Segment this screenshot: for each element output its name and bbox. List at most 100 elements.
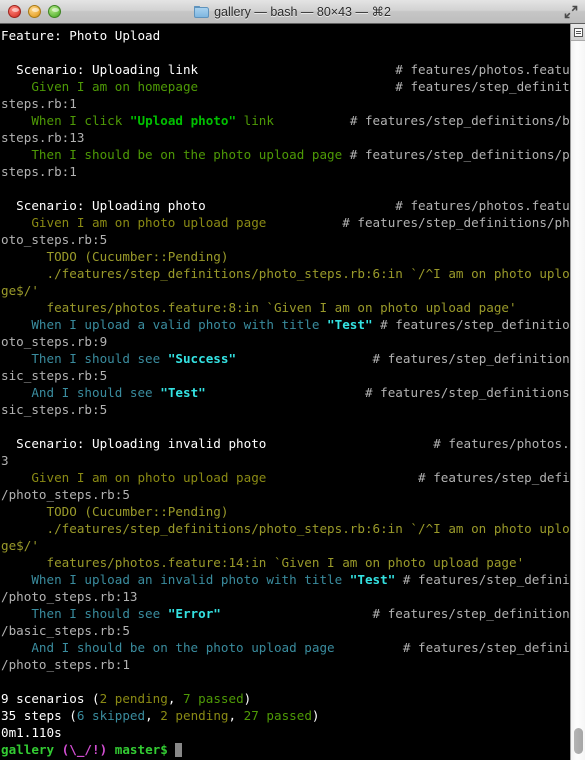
terminal-text: # features/step_definitions [372, 606, 578, 621]
terminal-line: steps.rb:1 [1, 95, 585, 112]
window-title: gallery — bash — 80×43 — ⌘2 [194, 4, 391, 19]
close-button[interactable] [8, 5, 21, 18]
terminal-output-area[interactable]: Feature: Photo Upload Scenario: Uploadin… [0, 24, 585, 760]
window-title-text: gallery — bash — 80×43 — ⌘2 [214, 5, 391, 19]
terminal-text: steps.rb:13 [1, 130, 85, 145]
terminal-text: # features/step_definitions/ph [342, 215, 570, 230]
terminal-text: # features/step_definitions [402, 572, 585, 587]
terminal-text: sic_steps.rb:5 [1, 402, 108, 417]
terminal-line: gallery (\_/!) master$ [1, 741, 585, 758]
scrollbar-thumb[interactable] [574, 728, 583, 754]
terminal-text: When I click [1, 113, 130, 128]
terminal-line: steps.rb:1 [1, 163, 585, 180]
terminal-line: Scenario: Uploading link # features/phot… [1, 61, 585, 78]
terminal-text: # features/step_definitions/basic_ [395, 79, 585, 94]
terminal-text: features/photos.feature:14:in `Given I a… [1, 555, 525, 570]
terminal-text: And I should be on the photo upload page [1, 640, 335, 655]
terminal-text: Scenario: Uploading link [1, 62, 199, 77]
terminal-line: oto_steps.rb:9 [1, 333, 585, 350]
terminal-text: steps.rb:1 [1, 96, 77, 111]
terminal-text: ./features/step_definitions/photo_steps.… [1, 266, 585, 281]
terminal-line: And I should see "Test" # features/step_… [1, 384, 585, 401]
terminal-text: Then I should see [1, 351, 168, 366]
terminal-text: ./features/step_definitions/photo_steps.… [1, 521, 585, 536]
terminal-text: Feature: Photo Upload [1, 28, 161, 43]
terminal-text: # features/step_definitions/basic_ [349, 113, 585, 128]
terminal-text: 2 pending [160, 708, 229, 723]
terminal-cursor [175, 743, 183, 757]
terminal-line: Given I am on photo upload page # featur… [1, 469, 585, 486]
terminal-line: /photo_steps.rb:13 [1, 588, 585, 605]
terminal-text: Then I should see [1, 606, 168, 621]
terminal-text: # features/step_definitions/ba [372, 351, 585, 366]
terminal-text: "Upload photo" [129, 113, 237, 128]
terminal-text: steps.rb:1 [1, 164, 77, 179]
terminal-line: features/photos.feature:14:in `Given I a… [1, 554, 585, 571]
scrollbar-list-icon[interactable] [571, 24, 585, 41]
terminal-line: Scenario: Uploading invalid photo # feat… [1, 435, 585, 452]
terminal-line: 35 steps (6 skipped, 2 pending, 27 passe… [1, 707, 585, 724]
terminal-text: 0m1.110s [1, 725, 62, 740]
terminal-line: sic_steps.rb:5 [1, 367, 585, 384]
terminal-text: And I should see [1, 385, 161, 400]
terminal-text: "Test" [349, 572, 396, 587]
terminal-line: features/photos.feature:8:in `Given I am… [1, 299, 585, 316]
window-titlebar[interactable]: gallery — bash — 80×43 — ⌘2 [0, 0, 585, 24]
terminal-line: /photo_steps.rb:5 [1, 486, 585, 503]
terminal-text: TODO (Cucumber::Pending) [1, 504, 229, 519]
terminal-text: Scenario: Uploading invalid photo [1, 436, 267, 451]
terminal-text: /photo_steps.rb:13 [1, 589, 138, 604]
terminal-text: link [236, 113, 274, 128]
terminal-line: Given I am on homepage # features/step_d… [1, 78, 585, 95]
terminal-text: gallery [1, 742, 62, 757]
folder-icon [194, 5, 210, 18]
terminal-line: ge$/' [1, 537, 585, 554]
terminal-text: 6 skipped [76, 708, 146, 723]
terminal-text: , [145, 708, 161, 723]
terminal-line: TODO (Cucumber::Pending) [1, 248, 585, 265]
terminal-text: oto_steps.rb:5 [1, 232, 108, 247]
zoom-button[interactable] [48, 5, 61, 18]
terminal-line: /basic_steps.rb:5 [1, 622, 585, 639]
terminal-text: Given I am on homepage [1, 79, 199, 94]
terminal-text: sic_steps.rb:5 [1, 368, 108, 383]
terminal-text: Given I am on photo upload page [1, 470, 267, 485]
terminal-text: When I upload a valid photo with title [1, 317, 328, 332]
terminal-line: ./features/step_definitions/photo_steps.… [1, 265, 585, 282]
terminal-window: gallery — bash — 80×43 — ⌘2 Feature: Pho… [0, 0, 585, 760]
terminal-text: master$ [107, 742, 176, 757]
terminal-scrollbar[interactable] [570, 24, 585, 760]
terminal-line: 3 [1, 452, 585, 469]
terminal-line: When I upload an invalid photo with titl… [1, 571, 585, 588]
terminal-text: "Test" [327, 317, 373, 332]
terminal-line: When I click "Upload photo" link # featu… [1, 112, 585, 129]
terminal-text: "Success" [167, 351, 237, 366]
terminal-text: # features/photos.feature:1 [433, 436, 585, 451]
fullscreen-icon[interactable] [563, 4, 579, 20]
terminal-line: Then I should see "Error" # features/ste… [1, 605, 585, 622]
terminal-text: 3 [1, 453, 9, 468]
terminal-text: 2 pending [99, 691, 168, 706]
terminal-text: Then I should be on the photo upload pag… [1, 147, 343, 162]
terminal-line: 9 scenarios (2 pending, 7 passed) [1, 690, 585, 707]
terminal-line: ge$/' [1, 282, 585, 299]
terminal-text: Scenario: Uploading photo [1, 198, 206, 213]
terminal-text: , [228, 708, 244, 723]
terminal-line: Given I am on photo upload page # featur… [1, 214, 585, 231]
minimize-button[interactable] [28, 5, 41, 18]
terminal-text: /photo_steps.rb:5 [1, 487, 130, 502]
terminal-text: # features/step_definitions [402, 640, 585, 655]
terminal-text: ) [311, 708, 320, 723]
